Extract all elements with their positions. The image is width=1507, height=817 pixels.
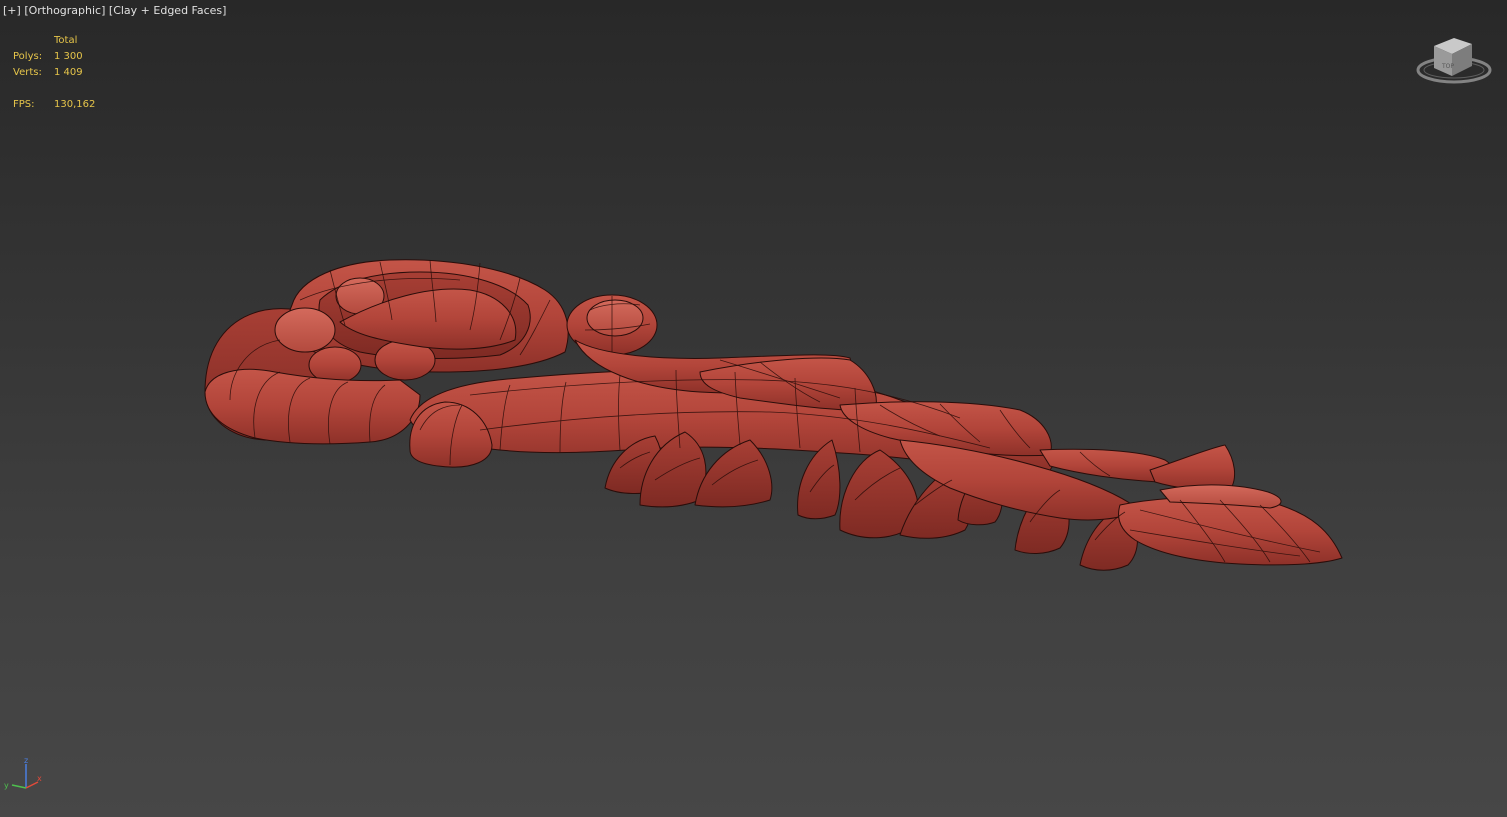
upper-leaf-4 <box>1149 444 1236 491</box>
viewcube-icon[interactable]: TOP <box>1414 32 1494 92</box>
ornament-model[interactable] <box>0 0 1507 817</box>
left-bulb <box>274 307 336 353</box>
axis-z-label: z <box>24 756 28 765</box>
viewcube-face-label: TOP <box>1441 63 1454 70</box>
lower-lobe-3 <box>694 439 773 508</box>
axis-tripod: z x y <box>4 756 42 790</box>
stem-scroll-inner <box>586 299 644 337</box>
tip-leaf <box>1118 497 1343 566</box>
axis-y-label: y <box>4 781 9 790</box>
axis-x-label: x <box>37 774 42 783</box>
